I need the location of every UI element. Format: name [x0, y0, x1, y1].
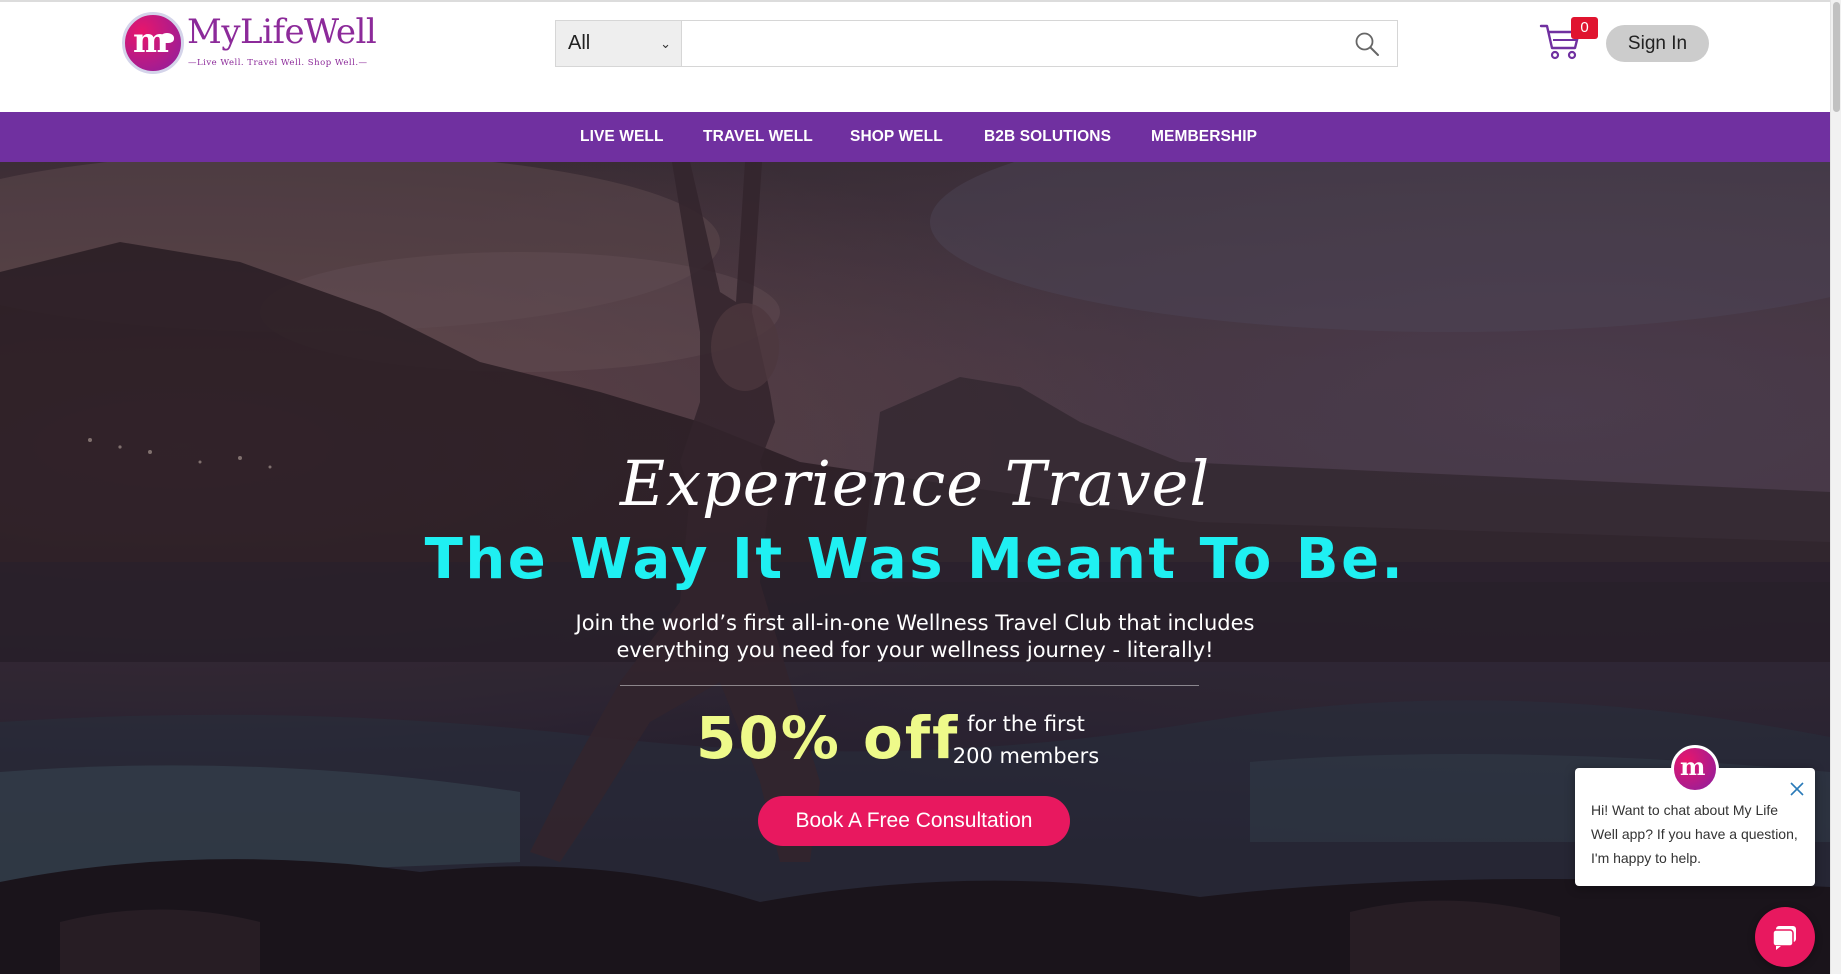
close-icon	[1790, 782, 1804, 796]
logo-tagline: —Live Well. Travel Well. Shop Well.—	[188, 58, 368, 68]
site-header: m MyLifeWell —Live Well. Travel Well. Sh…	[0, 0, 1830, 112]
nav-item-shop-well[interactable]: SHOP WELL	[850, 112, 943, 162]
hero-offer-note-line-2: 200 members	[952, 744, 1100, 768]
site-logo[interactable]: m MyLifeWell —Live Well. Travel Well. Sh…	[122, 10, 377, 76]
page: m MyLifeWell —Live Well. Travel Well. Sh…	[0, 0, 1841, 974]
nav-item-b2b-solutions[interactable]: B2B SOLUTIONS	[984, 112, 1111, 162]
search-input[interactable]	[682, 21, 1337, 66]
hero-offer: 50% off	[696, 704, 960, 772]
sign-in-button[interactable]: Sign In	[1606, 25, 1709, 62]
nav-item-membership[interactable]: MEMBERSHIP	[1151, 112, 1257, 162]
search-category-select[interactable]: All ⌄	[556, 21, 682, 66]
scrollbar-thumb[interactable]	[1833, 2, 1840, 112]
hero-offer-note: for the first 200 members	[951, 708, 1101, 772]
chat-message: Hi! Want to chat about My Life Well app?…	[1591, 802, 1798, 866]
hero-section: Experience Travel The Way It Was Meant T…	[0, 162, 1830, 974]
search-icon	[1355, 32, 1379, 56]
chat-launcher-button[interactable]	[1755, 907, 1815, 967]
chevron-down-icon: ⌄	[660, 35, 671, 51]
hero-subtitle: Join the world’s first all-in-one Wellne…	[0, 610, 1830, 664]
hero-divider	[620, 685, 1199, 686]
book-consultation-button[interactable]: Book A Free Consultation	[758, 796, 1070, 846]
chat-avatar-initials: m	[1680, 752, 1706, 781]
chat-avatar: m	[1671, 745, 1719, 793]
hero-subtitle-line-2: everything you need for your wellness jo…	[616, 638, 1214, 662]
nav-item-live-well[interactable]: LIVE WELL	[580, 112, 664, 162]
main-nav: LIVE WELL TRAVEL WELL SHOP WELL B2B SOLU…	[0, 112, 1830, 162]
hero-offer-note-line-1: for the first	[967, 712, 1085, 736]
logo-mark: m	[122, 12, 184, 74]
chat-icon	[1772, 926, 1796, 950]
hero-headline: The Way It Was Meant To Be.	[424, 527, 1406, 592]
search-category-value: All	[568, 32, 591, 54]
lotus-icon	[160, 33, 174, 43]
cart-count-badge: 0	[1571, 17, 1598, 39]
search-button[interactable]	[1337, 21, 1397, 66]
hero-script-title: Experience Travel	[619, 447, 1211, 520]
chat-close-button[interactable]	[1787, 779, 1807, 799]
page-scrollbar[interactable]	[1830, 0, 1841, 974]
search-bar: All ⌄	[555, 20, 1398, 67]
hero-subtitle-line-1: Join the world’s first all-in-one Wellne…	[575, 611, 1255, 635]
nav-item-travel-well[interactable]: TRAVEL WELL	[703, 112, 813, 162]
logo-name: MyLifeWell	[187, 12, 377, 52]
